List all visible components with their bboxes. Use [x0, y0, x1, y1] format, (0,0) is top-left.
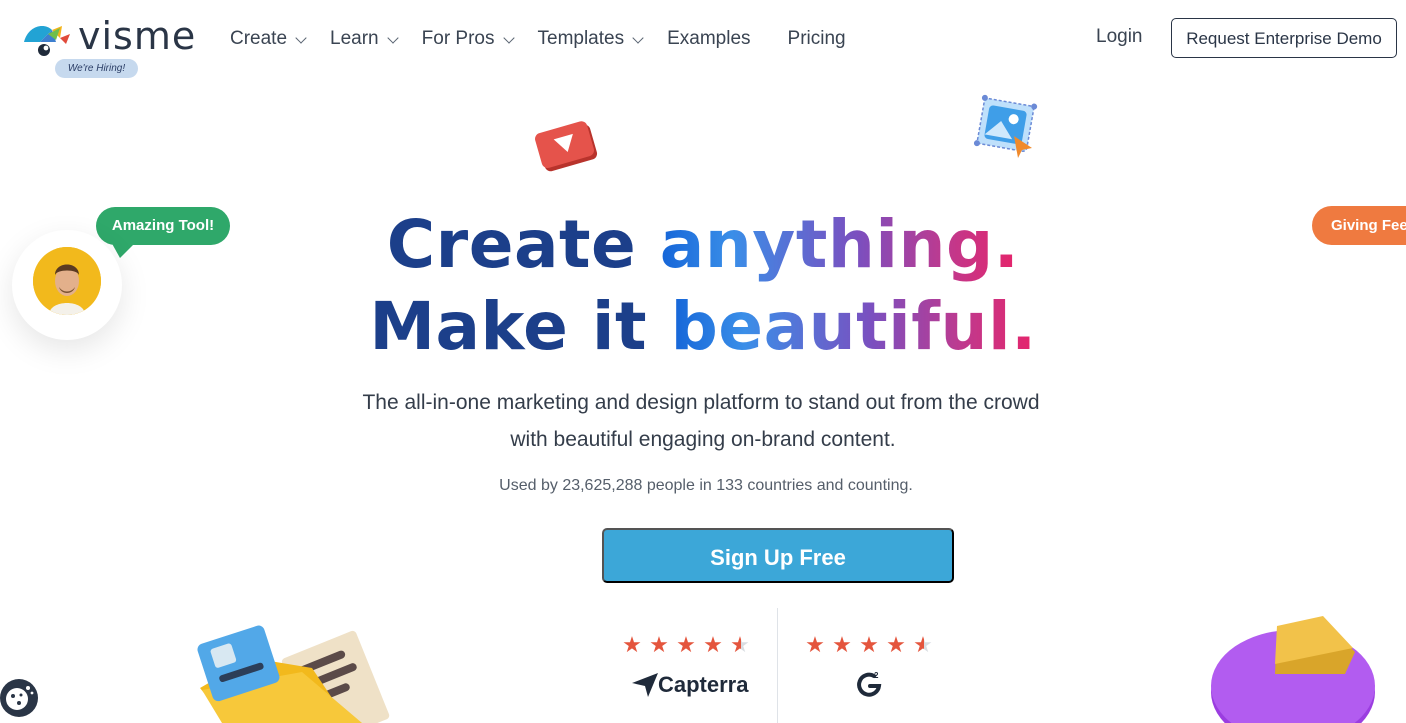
hero-heading-line1: Create anything. — [0, 206, 1406, 283]
heading-accent: anything. — [659, 206, 1020, 283]
nav-for-pros[interactable]: For Pros — [421, 28, 515, 50]
nav-label: For Pros — [421, 28, 495, 49]
star-icon: ★ — [805, 632, 825, 657]
ratings-divider — [777, 608, 778, 723]
nav-label: Create — [230, 28, 288, 49]
nav-label: Pricing — [787, 28, 846, 49]
nav-learn[interactable]: Learn — [330, 28, 399, 50]
visme-logo-mark-icon — [24, 26, 70, 56]
login-link[interactable]: Login — [1096, 26, 1143, 48]
heading-accent: beautiful. — [670, 288, 1037, 365]
pie-chart-illustration — [1211, 616, 1375, 723]
half-star-icon: ★ — [730, 632, 750, 657]
star-icon: ★ — [703, 632, 723, 657]
nav-label: Examples — [667, 28, 751, 49]
star-icon: ★ — [649, 632, 669, 657]
capterra-arrow-icon — [632, 673, 658, 697]
svg-text:2: 2 — [874, 671, 879, 680]
capterra-stars: ★ ★ ★ ★ ★ — [622, 634, 750, 656]
capterra-label: Capterra — [658, 672, 749, 697]
chevron-down-icon — [386, 32, 399, 44]
nav-create[interactable]: Create — [230, 28, 307, 50]
chevron-down-icon — [632, 32, 644, 44]
usage-stats: Used by 23,625,288 people in 133 countri… — [499, 477, 913, 494]
star-icon: ★ — [832, 632, 852, 657]
hero-subtitle-line2: with beautiful engaging on-brand content… — [510, 428, 896, 451]
star-icon: ★ — [676, 632, 696, 657]
sign-up-free-button[interactable]: Sign Up Free — [602, 528, 954, 583]
heading-text: Make it — [369, 288, 671, 365]
hero-heading-line2: Make it beautiful. — [0, 288, 1406, 365]
chevron-down-icon — [502, 32, 515, 44]
nav-label: Templates — [537, 28, 625, 49]
request-demo-button[interactable]: Request Enterprise Demo — [1171, 18, 1397, 58]
nav-pricing[interactable]: Pricing — [788, 28, 846, 50]
image-edit-icon — [973, 94, 1038, 158]
hiring-badge[interactable]: We're Hiring! — [55, 59, 138, 78]
star-icon: ★ — [886, 632, 906, 657]
star-icon: ★ — [622, 632, 642, 657]
main-nav: Create Learn For Pros Templates Examples… — [230, 26, 846, 52]
cookie-settings-button[interactable] — [0, 679, 38, 717]
hero-subtitle-line1: The all-in-one marketing and design plat… — [362, 391, 1040, 414]
cookie-icon — [6, 686, 34, 710]
chevron-down-icon — [295, 32, 307, 44]
heading-text: Create — [386, 206, 660, 283]
logo-wordmark: visme — [78, 14, 197, 58]
nav-examples[interactable]: Examples — [667, 28, 750, 50]
g2-stars: ★ ★ ★ ★ ★ — [805, 634, 933, 656]
nav-label: Learn — [330, 28, 379, 49]
visme-logo[interactable]: visme We're Hiring! — [22, 14, 197, 80]
folder-illustration — [197, 625, 390, 723]
play-icon — [535, 121, 598, 172]
site-header: visme We're Hiring! Create Learn For Pro… — [0, 0, 1406, 80]
star-icon: ★ — [859, 632, 879, 657]
g2-logo-icon[interactable]: 2 — [855, 670, 883, 698]
nav-templates[interactable]: Templates — [537, 28, 644, 50]
half-star-icon: ★ — [913, 632, 933, 657]
capterra-logo[interactable]: Capterra — [632, 672, 748, 698]
